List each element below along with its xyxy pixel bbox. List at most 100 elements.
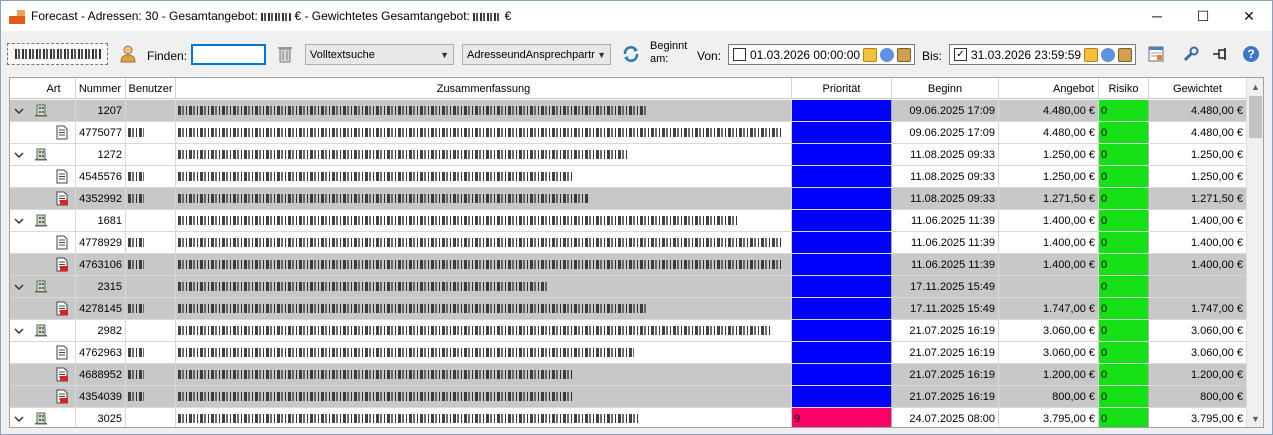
weighted-cell: 1.250,00 € [1149, 144, 1247, 165]
weighted-cell: 3.060,00 € [1149, 342, 1247, 363]
minimize-button[interactable]: ─ [1134, 1, 1180, 31]
column-header-zusammenfassung[interactable]: Zusammenfassung [176, 78, 792, 99]
table-row-offer[interactable]: 4688952 21.07.2025 16:19 1.200,00 €0 1.200,… [10, 364, 1247, 386]
chevron-down-icon[interactable] [14, 412, 24, 426]
column-header-gewichtet[interactable]: Gewichtet [1149, 78, 1247, 99]
table-row-address[interactable]: 1272 11.08.2025 09:33 1.250,00 €0 1.250,00 … [10, 144, 1247, 166]
column-header-angebot[interactable]: Angebot [999, 78, 1099, 99]
clock-icon[interactable] [880, 47, 895, 62]
find-input[interactable] [191, 44, 266, 65]
priority-cell [792, 342, 892, 363]
number-cell: 4688952 [76, 364, 126, 385]
calendar-icon[interactable] [1084, 47, 1099, 62]
table-row-offer[interactable]: 4354039 21.07.2025 16:19 800,00 €0 800,00 € [10, 386, 1247, 408]
document-red-icon [55, 389, 69, 407]
trash-icon[interactable] [275, 44, 295, 64]
forecast-window: Forecast - Adressen: 30 - Gesamtangebot:… [0, 0, 1273, 435]
art-cell [10, 122, 76, 143]
lock-icon[interactable] [1118, 47, 1133, 62]
offer-cell: 3.795,00 € [999, 408, 1099, 427]
company-logo [7, 43, 108, 65]
table-row-address[interactable]: 2315 17.11.2025 15:49 0 [10, 276, 1247, 298]
search-field-select[interactable]: AdresseundAnsprechpartr ▼ [462, 44, 611, 65]
priority-cell [792, 320, 892, 341]
risk-cell: 0 [1099, 276, 1149, 297]
begin-cell: 11.08.2025 09:33 [892, 144, 999, 165]
risk-cell: 0 [1099, 122, 1149, 143]
table-row-address[interactable]: 1681 11.06.2025 11:39 1.400,00 €0 1.400,00 … [10, 210, 1247, 232]
vertical-scrollbar[interactable]: ▲ ▼ [1246, 78, 1263, 427]
summary-cell [176, 122, 792, 143]
user-cell [126, 188, 176, 209]
wrench-icon[interactable] [1181, 44, 1201, 64]
table-row-address[interactable]: 1207 09.06.2025 17:09 4.480,00 €0 4.480,00 … [10, 100, 1247, 122]
column-header-risiko[interactable]: Risiko [1099, 78, 1149, 99]
user-cell [126, 298, 176, 319]
from-checkbox[interactable] [733, 48, 746, 61]
column-header-benutzer[interactable]: Benutzer [126, 78, 176, 99]
scroll-down-icon[interactable]: ▼ [1247, 410, 1263, 427]
risk-cell: 0 [1099, 166, 1149, 187]
table-row-offer[interactable]: 4775077 09.06.2025 17:09 4.480,00 €0 4.480,… [10, 122, 1247, 144]
begin-cell: 24.07.2025 08:00 [892, 408, 999, 427]
calendar-icon[interactable] [863, 47, 878, 62]
column-header-beginn[interactable]: Beginn [892, 78, 999, 99]
summary-cell [176, 232, 792, 253]
table-row-offer[interactable]: 4763106 11.06.2025 11:39 1.400,00 €0 1.400,… [10, 254, 1247, 276]
offer-cell: 1.271,50 € [999, 188, 1099, 209]
number-cell: 3025 [76, 408, 126, 427]
find-label: Finden: [147, 49, 188, 63]
chevron-down-icon[interactable] [14, 214, 24, 228]
to-date-field[interactable]: ✓ 31.03.2026 23:59:59 [949, 44, 1136, 65]
risk-cell: 0 [1099, 232, 1149, 253]
weighted-cell: 1.747,00 € [1149, 298, 1247, 319]
priority-cell [792, 254, 892, 275]
scroll-up-icon[interactable]: ▲ [1247, 78, 1263, 95]
summary-cell [176, 100, 792, 121]
person-icon[interactable] [118, 44, 138, 64]
forecast-table: Art Nummer Benutzer Zusammenfassung Prioritä… [9, 77, 1264, 428]
from-date-field[interactable]: 01.03.2026 00:00:00 [728, 44, 915, 65]
table-row-offer[interactable]: 4352992 11.08.2025 09:33 1.271,50 €0 1.271,… [10, 188, 1247, 210]
begins-label: Beginnt am: [650, 40, 688, 65]
pin-icon[interactable] [1211, 44, 1231, 64]
to-label: Bis: [922, 49, 943, 63]
chevron-down-icon: ▼ [597, 49, 606, 60]
to-checkbox[interactable]: ✓ [954, 48, 967, 61]
table-row-address[interactable]: 3025 9 24.07.2025 08:00 3.795,00 €0 3.795,00… [10, 408, 1247, 427]
close-button[interactable]: ✕ [1226, 1, 1272, 31]
table-row-offer[interactable]: 4762963 21.07.2025 16:19 3.060,00 €0 3.060,… [10, 342, 1247, 364]
refresh-icon[interactable] [621, 44, 641, 64]
column-header-priorität[interactable]: Priorität [792, 78, 892, 99]
chevron-down-icon[interactable] [14, 148, 24, 162]
table-settings-icon[interactable] [1146, 44, 1166, 64]
chevron-down-icon[interactable] [14, 324, 24, 338]
offer-cell: 1.250,00 € [999, 144, 1099, 165]
clock-icon[interactable] [1101, 47, 1116, 62]
lock-icon[interactable] [897, 47, 912, 62]
table-row-offer[interactable]: 4278145 17.11.2025 15:49 1.747,00 €0 1.747,… [10, 298, 1247, 320]
number-cell: 4762963 [76, 342, 126, 363]
user-cell [126, 210, 176, 231]
column-header-art[interactable]: Art [32, 78, 76, 99]
document-red-icon [55, 367, 69, 385]
summary-cell [176, 408, 792, 427]
begin-cell: 09.06.2025 17:09 [892, 100, 999, 121]
maximize-button[interactable]: ☐ [1180, 1, 1226, 31]
table-row-offer[interactable]: 4545576 11.08.2025 09:33 1.250,00 €0 1.250,… [10, 166, 1247, 188]
scroll-thumb[interactable] [1249, 96, 1262, 138]
column-header-nummer[interactable]: Nummer [76, 78, 126, 99]
offer-cell: 4.480,00 € [999, 100, 1099, 121]
document-icon [55, 125, 69, 143]
weighted-cell: 1.200,00 € [1149, 364, 1247, 385]
search-mode-select[interactable]: Volltextsuche ▼ [305, 44, 454, 65]
summary-cell [176, 298, 792, 319]
priority-cell [792, 276, 892, 297]
table-row-offer[interactable]: 4778929 11.06.2025 11:39 1.400,00 €0 1.400,… [10, 232, 1247, 254]
chevron-down-icon[interactable] [14, 104, 24, 118]
table-row-address[interactable]: 2982 21.07.2025 16:19 3.060,00 €0 3.060,00 … [10, 320, 1247, 342]
help-icon[interactable]: ? [1241, 44, 1261, 64]
weighted-cell: 3.060,00 € [1149, 320, 1247, 341]
table-header: Art Nummer Benutzer Zusammenfassung Prioritä… [10, 78, 1247, 99]
chevron-down-icon[interactable] [14, 280, 24, 294]
